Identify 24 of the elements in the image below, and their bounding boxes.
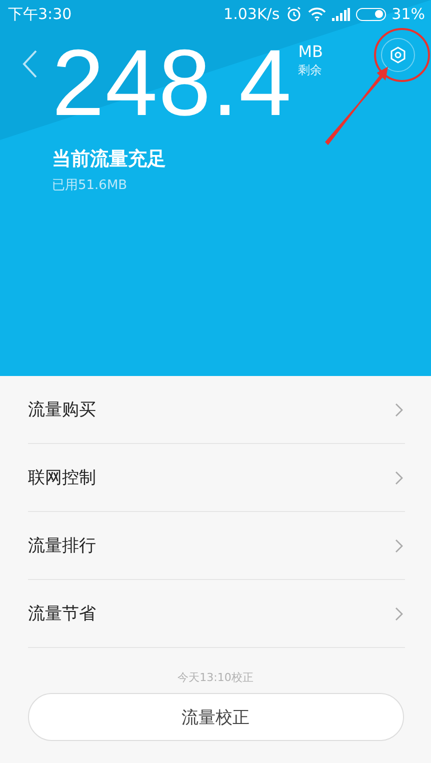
menu-item[interactable]: 流量排行	[28, 512, 405, 580]
data-status: 当前流量充足	[52, 147, 167, 172]
menu-item[interactable]: 流量购买	[28, 376, 405, 444]
unit-label: MB	[298, 42, 324, 62]
battery-percent: 31%	[392, 5, 425, 23]
wifi-icon	[308, 7, 326, 21]
calibrate-button[interactable]: 流量校正	[28, 693, 404, 741]
remaining-label: 剩余	[298, 62, 324, 78]
chevron-icon	[395, 538, 403, 552]
remaining-amount: 248.4	[52, 38, 292, 128]
signal-icon	[332, 8, 350, 20]
status-time: 下午3:30	[8, 4, 72, 24]
network-speed: 1.03K/s	[224, 5, 280, 23]
chevron-icon	[395, 402, 403, 416]
used-amount: 已用51.6MB	[52, 177, 128, 194]
menu-item[interactable]: 流量节省	[28, 580, 405, 648]
chevron-icon	[395, 606, 403, 620]
calibration-time: 今天13:10校正	[176, 670, 254, 685]
menu-item[interactable]: 联网控制	[28, 444, 405, 512]
battery-icon	[356, 8, 386, 20]
annotation-circle	[374, 28, 430, 82]
alarm-icon	[286, 6, 302, 22]
settings-icon	[389, 46, 407, 64]
chevron-icon	[395, 470, 403, 484]
